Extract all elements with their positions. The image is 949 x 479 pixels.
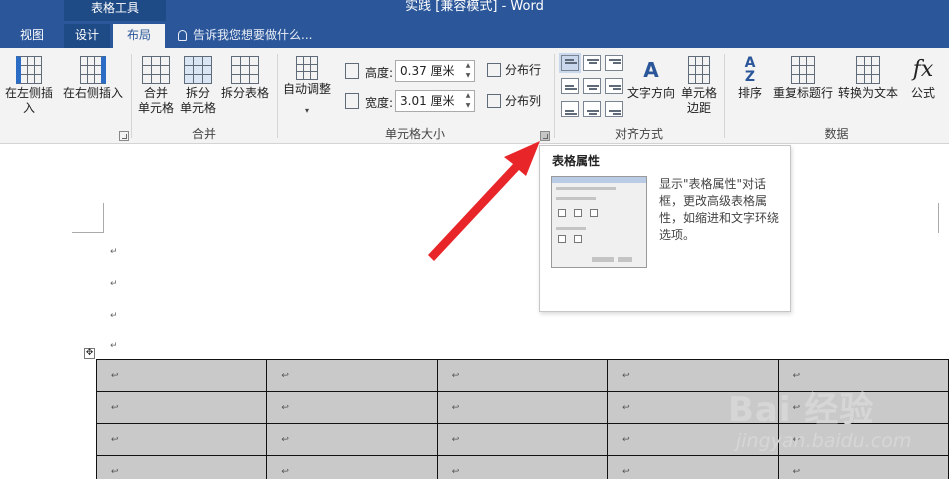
- watermark-brand: Bai 经验: [728, 390, 875, 430]
- red-arrow-shape: [428, 141, 540, 261]
- watermark-url: jingyan.baidu.com: [736, 430, 912, 452]
- word-window: 表格工具 实践 [兼容模式] - Word 视图 设计 布局 告诉我您想要做什么…: [0, 0, 949, 479]
- baidu-jingyan-watermark: Bai 经验 jingyan.baidu.com: [728, 382, 938, 472]
